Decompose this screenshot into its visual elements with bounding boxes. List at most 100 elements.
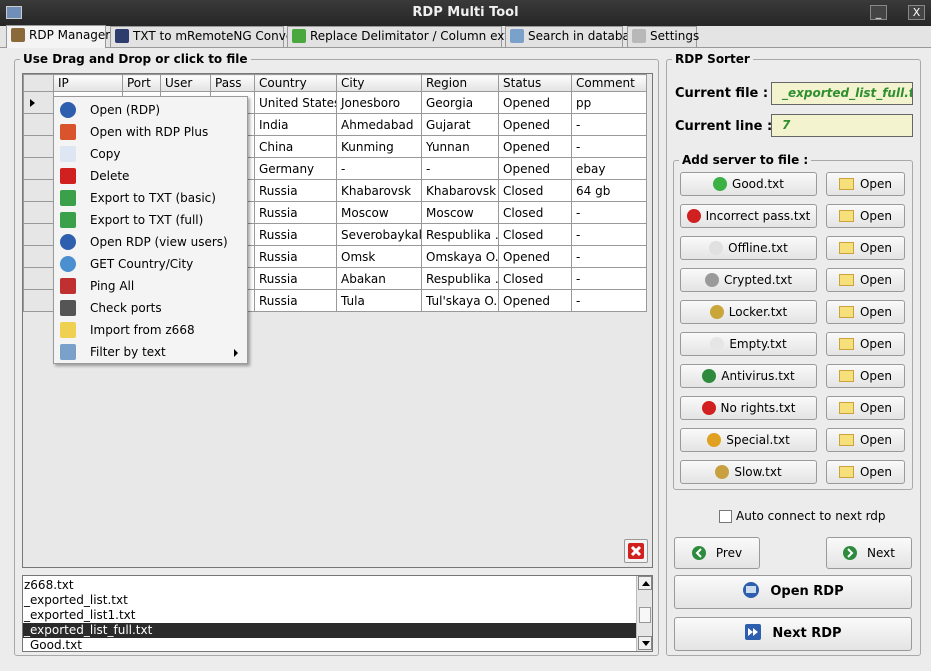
cell-status[interactable]: Opened: [498, 245, 572, 268]
cell-comment[interactable]: ebay: [571, 157, 647, 180]
column-header-user[interactable]: User: [160, 74, 211, 92]
menu-item-2[interactable]: Open with RDP Plus: [55, 121, 246, 143]
cell-city[interactable]: Abakan: [336, 267, 422, 290]
cell-region[interactable]: Georgia: [421, 91, 499, 114]
cell-status[interactable]: Opened: [498, 289, 572, 312]
open-file-button[interactable]: Open: [826, 268, 905, 292]
row-header[interactable]: [23, 91, 54, 114]
row-header[interactable]: [23, 179, 54, 202]
row-header[interactable]: [23, 201, 54, 224]
close-button[interactable]: X: [908, 5, 925, 20]
cell-comment[interactable]: -: [571, 267, 647, 290]
menu-item-5[interactable]: Export to TXT (basic): [55, 187, 246, 209]
file-list-item[interactable]: _exported_list.txt: [23, 593, 636, 608]
file-list-item[interactable]: z668.txt: [23, 578, 636, 593]
column-header-status[interactable]: Status: [498, 74, 572, 92]
open-file-button[interactable]: Open: [826, 364, 905, 388]
current-file-field[interactable]: _exported_list_full.t: [771, 82, 913, 105]
row-header[interactable]: [23, 223, 54, 246]
scroll-down-button[interactable]: [638, 636, 652, 650]
cell-comment[interactable]: -: [571, 201, 647, 224]
cell-city[interactable]: -: [336, 157, 422, 180]
cell-status[interactable]: Opened: [498, 91, 572, 114]
cell-status[interactable]: Opened: [498, 157, 572, 180]
cell-country[interactable]: China: [254, 135, 337, 158]
row-header[interactable]: [23, 157, 54, 180]
cell-country[interactable]: Russia: [254, 267, 337, 290]
menu-item-4[interactable]: Delete: [55, 165, 246, 187]
cell-city[interactable]: Ahmedabad: [336, 113, 422, 136]
cell-comment[interactable]: -: [571, 289, 647, 312]
add-to-slow-button[interactable]: Slow.txt: [680, 460, 817, 484]
cell-city[interactable]: Moscow: [336, 201, 422, 224]
cell-region[interactable]: Khabarovsk: [421, 179, 499, 202]
menu-item-11[interactable]: Import from z668: [55, 319, 246, 341]
open-file-button[interactable]: Open: [826, 428, 905, 452]
cell-comment[interactable]: -: [571, 223, 647, 246]
cell-country[interactable]: Russia: [254, 223, 337, 246]
current-line-field[interactable]: 7: [771, 114, 913, 137]
cell-region[interactable]: Respublika ...: [421, 223, 499, 246]
cell-country[interactable]: Germany: [254, 157, 337, 180]
delete-rows-button[interactable]: [624, 539, 648, 563]
cell-comment[interactable]: -: [571, 135, 647, 158]
open-rdp-button[interactable]: Open RDP: [674, 575, 912, 609]
row-header[interactable]: [23, 113, 54, 136]
cell-country[interactable]: India: [254, 113, 337, 136]
next-button[interactable]: Next: [826, 537, 912, 569]
cell-city[interactable]: Severobaykal'sk: [336, 223, 422, 246]
cell-country[interactable]: Russia: [254, 245, 337, 268]
cell-status[interactable]: Closed: [498, 179, 572, 202]
add-to-offline-button[interactable]: Offline.txt: [680, 236, 817, 260]
column-header-port[interactable]: Port: [122, 74, 161, 92]
next-rdp-button[interactable]: Next RDP: [674, 617, 912, 651]
cell-comment[interactable]: -: [571, 245, 647, 268]
tab-1[interactable]: RDP Manager: [6, 25, 110, 48]
add-to-empty-button[interactable]: Empty.txt: [680, 332, 817, 356]
cell-region[interactable]: -: [421, 157, 499, 180]
tab-4[interactable]: Search in database: [505, 26, 643, 47]
file-list-item[interactable]: _Good.txt: [23, 638, 636, 651]
row-header[interactable]: [23, 135, 54, 158]
column-header-region[interactable]: Region: [421, 74, 499, 92]
minimize-button[interactable]: _: [870, 5, 887, 20]
add-to-incorrect-pass-button[interactable]: Incorrect pass.txt: [680, 204, 817, 228]
file-list-item[interactable]: _exported_list1.txt: [23, 608, 636, 623]
scroll-thumb[interactable]: [639, 607, 651, 623]
cell-status[interactable]: Closed: [498, 267, 572, 290]
cell-country[interactable]: Russia: [254, 201, 337, 224]
add-to-no-rights-button[interactable]: No rights.txt: [680, 396, 817, 420]
cell-status[interactable]: Opened: [498, 135, 572, 158]
tab-5[interactable]: Settings: [627, 26, 699, 47]
tab-3[interactable]: Replace Delimitator / Column extractor: [287, 26, 545, 47]
cell-comment[interactable]: 64 gb: [571, 179, 647, 202]
menu-item-9[interactable]: Ping All: [55, 275, 246, 297]
cell-status[interactable]: Opened: [498, 113, 572, 136]
column-header-pass[interactable]: Pass: [210, 74, 255, 92]
prev-button[interactable]: Prev: [674, 537, 760, 569]
cell-region[interactable]: Gujarat: [421, 113, 499, 136]
open-file-button[interactable]: Open: [826, 172, 905, 196]
add-to-crypted-button[interactable]: Crypted.txt: [680, 268, 817, 292]
cell-region[interactable]: Yunnan: [421, 135, 499, 158]
cell-comment[interactable]: -: [571, 113, 647, 136]
cell-country[interactable]: Russia: [254, 289, 337, 312]
file-list-item[interactable]: _exported_list_full.txt: [23, 623, 636, 638]
menu-item-7[interactable]: Open RDP (view users): [55, 231, 246, 253]
open-file-button[interactable]: Open: [826, 236, 905, 260]
file-list-scrollbar[interactable]: [636, 576, 652, 651]
menu-item-8[interactable]: GET Country/City: [55, 253, 246, 275]
open-file-button[interactable]: Open: [826, 460, 905, 484]
cell-city[interactable]: Omsk: [336, 245, 422, 268]
add-to-good-button[interactable]: Good.txt: [680, 172, 817, 196]
column-header-comment[interactable]: Comment: [571, 74, 647, 92]
cell-city[interactable]: Kunming: [336, 135, 422, 158]
cell-region[interactable]: Moscow: [421, 201, 499, 224]
column-header-country[interactable]: Country: [254, 74, 337, 92]
auto-connect-checkbox[interactable]: [719, 510, 732, 523]
cell-status[interactable]: Closed: [498, 201, 572, 224]
row-header[interactable]: [23, 289, 54, 312]
column-header-ip[interactable]: IP: [53, 74, 123, 92]
menu-item-10[interactable]: Check ports: [55, 297, 246, 319]
cell-status[interactable]: Closed: [498, 223, 572, 246]
